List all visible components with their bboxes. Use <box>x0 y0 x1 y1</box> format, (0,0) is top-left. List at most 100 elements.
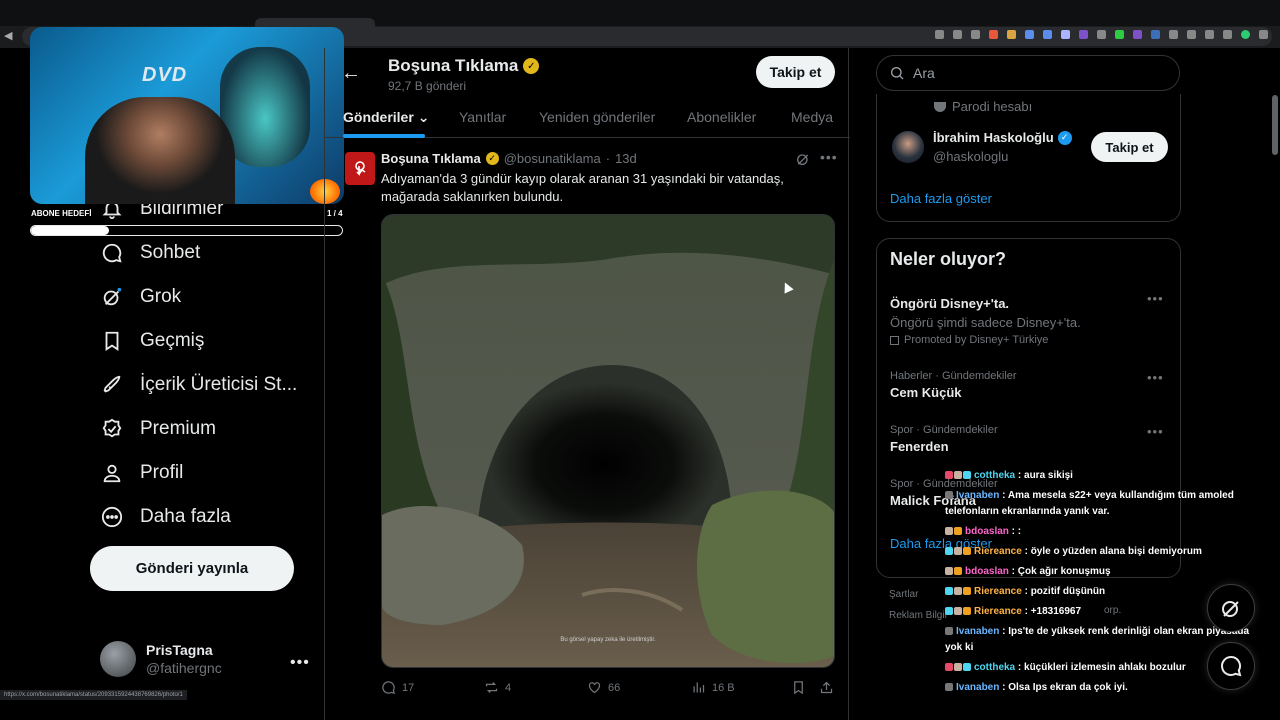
sidebar-item-creator-studio[interactable]: İçerik Üreticisi St... <box>100 365 297 405</box>
trend-item[interactable]: Haberler · Gündemdekiler Cem Küçük <box>890 370 1160 400</box>
more-circle-icon <box>100 505 124 529</box>
search-box[interactable] <box>876 55 1180 91</box>
parody-text: Parodi hesabı <box>952 99 1033 114</box>
repost-button[interactable]: 4 <box>484 680 511 695</box>
like-button[interactable]: 66 <box>587 680 620 695</box>
chat-username[interactable]: Riereance <box>974 606 1022 617</box>
browser-back-icon[interactable]: ◀ <box>4 29 12 42</box>
tweet-more-icon[interactable]: ••• <box>820 149 838 165</box>
tab-subscriptions[interactable]: Abonelikler <box>687 109 756 125</box>
extension-icon[interactable] <box>1007 30 1016 39</box>
extension-icon[interactable] <box>1169 30 1178 39</box>
extension-icon[interactable] <box>1025 30 1034 39</box>
extension-icon[interactable] <box>1079 30 1088 39</box>
trend-subtitle: Öngörü şimdi sadece Disney+'ta. <box>890 315 1081 330</box>
chat-separator: : <box>1008 526 1018 537</box>
search-input[interactable] <box>913 65 1163 81</box>
sidebar-item-bookmarks[interactable]: Geçmiş <box>100 321 204 361</box>
parody-label: Parodi hesabı <box>934 99 1032 114</box>
extension-icon[interactable] <box>1205 30 1214 39</box>
messages-fab-button[interactable] <box>1207 642 1255 690</box>
account-switcher[interactable]: PrisTagna @fatihergnc <box>100 641 222 677</box>
account-more-icon[interactable]: ••• <box>290 654 310 672</box>
views-button[interactable]: 16 B <box>691 680 735 695</box>
extension-icon[interactable] <box>1043 30 1052 39</box>
chat-username[interactable]: Ivanaben <box>956 626 999 637</box>
chat-username[interactable]: bdoaslan <box>965 566 1009 577</box>
screenshot-icon[interactable] <box>953 30 962 39</box>
extension-icon[interactable] <box>1097 30 1106 39</box>
sidebar-item-profile[interactable]: Profil <box>100 453 183 493</box>
menu-icon[interactable] <box>1259 30 1268 39</box>
tab-posts[interactable]: Gönderiler ⌄ <box>343 109 429 126</box>
profile-tabs: Gönderiler ⌄ Yanıtlar Yeniden gönderiler… <box>325 100 850 138</box>
goal-progress-bar <box>30 225 343 236</box>
chat-username[interactable]: Riereance <box>974 586 1022 597</box>
tab-media[interactable]: Medya <box>791 109 833 125</box>
extension-icon[interactable] <box>1187 30 1196 39</box>
extension-icon[interactable] <box>1133 30 1142 39</box>
chat-separator: : <box>1021 546 1031 557</box>
chat-badge-icon <box>954 527 962 536</box>
reply-button[interactable]: 17 <box>381 680 414 695</box>
chat-username[interactable]: Riereance <box>974 546 1022 557</box>
zoom-icon[interactable] <box>935 30 944 39</box>
chat-text: pozitif düşünün <box>1030 586 1106 597</box>
tweet-image[interactable]: Bu görsel yapay zeka ile üretilmiştir. <box>381 214 835 668</box>
suggestion-name[interactable]: İbrahim Haskoloğlu ✓ <box>933 130 1072 145</box>
trend-item[interactable]: Öngörü Disney+'ta. Öngörü şimdi sadece D… <box>890 293 1160 346</box>
tweet-header: Boşuna Tıklama ✓ @bosunatiklama · 13d <box>381 151 637 166</box>
post-button[interactable]: Gönderi yayınla <box>90 546 294 591</box>
sidebar-item-grok[interactable]: Grok <box>100 277 181 317</box>
trend-name: Cem Küçük <box>890 385 962 400</box>
profile-title: Boşuna Tıklama ✓ <box>388 56 540 76</box>
show-more-link[interactable]: Daha fazla göster <box>890 191 992 206</box>
puzzle-icon[interactable] <box>1223 30 1232 39</box>
trend-more-icon[interactable]: ••• <box>1147 424 1164 439</box>
tab-replies[interactable]: Yanıtlar <box>459 109 506 125</box>
extension-icon[interactable] <box>1151 30 1160 39</box>
trend-item[interactable]: Spor · Gündemdekiler Fenerden <box>890 424 1160 454</box>
chat-separator: : <box>1015 662 1025 673</box>
trend-more-icon[interactable]: ••• <box>1147 370 1164 385</box>
star-icon[interactable] <box>971 30 980 39</box>
sidebar-item-more[interactable]: Daha fazla <box>100 497 231 537</box>
chat-username[interactable]: bdoaslan <box>965 526 1009 537</box>
sidebar-item-premium[interactable]: Premium <box>100 409 216 449</box>
rocket-icon <box>100 373 124 397</box>
footer-link[interactable]: Şartlar <box>889 584 947 605</box>
extension-icon[interactable] <box>1115 30 1124 39</box>
chevron-down-icon: ⌄ <box>417 109 430 125</box>
chat-username[interactable]: cottheka <box>974 662 1015 673</box>
gold-verified-icon: ✓ <box>523 58 540 74</box>
back-arrow-icon[interactable]: ← <box>341 62 361 85</box>
tweet-handle[interactable]: @bosunatiklama <box>504 151 601 166</box>
bookmark-button[interactable] <box>791 680 806 695</box>
chat-username[interactable]: Ivanaben <box>956 682 999 693</box>
extension-toolbar <box>935 30 1268 39</box>
profile-icon[interactable] <box>1241 30 1250 39</box>
tweet-avatar[interactable] <box>345 152 375 185</box>
tweet-time[interactable]: 13d <box>615 151 637 166</box>
follow-button[interactable]: Takip et <box>756 56 835 88</box>
footer-link[interactable]: Reklam Bilgil <box>889 605 947 626</box>
extension-icon[interactable] <box>1061 30 1070 39</box>
sidebar-item-label: İçerik Üreticisi St... <box>140 374 298 395</box>
chat-badges <box>945 627 953 636</box>
page-scrollbar[interactable] <box>1272 95 1278 155</box>
chat-username[interactable]: cottheka <box>974 470 1015 481</box>
chat-badges <box>945 683 953 692</box>
avatar[interactable] <box>892 131 924 163</box>
grok-icon[interactable] <box>795 151 811 172</box>
share-button[interactable] <box>819 680 834 695</box>
chat-separator: : <box>1021 606 1031 617</box>
extension-icon[interactable] <box>989 30 998 39</box>
grok-fab-button[interactable] <box>1207 584 1255 632</box>
chat-username[interactable]: Ivanaben <box>956 490 999 501</box>
suggestion-follow-button[interactable]: Takip et <box>1091 132 1168 162</box>
trend-more-icon[interactable]: ••• <box>1147 291 1164 306</box>
tab-reposts[interactable]: Yeniden gönderiler <box>539 109 655 125</box>
chat-badges <box>945 547 971 556</box>
tweet-author[interactable]: Boşuna Tıklama <box>381 151 481 166</box>
sidebar-item-chat[interactable]: Sohbet <box>100 233 200 273</box>
